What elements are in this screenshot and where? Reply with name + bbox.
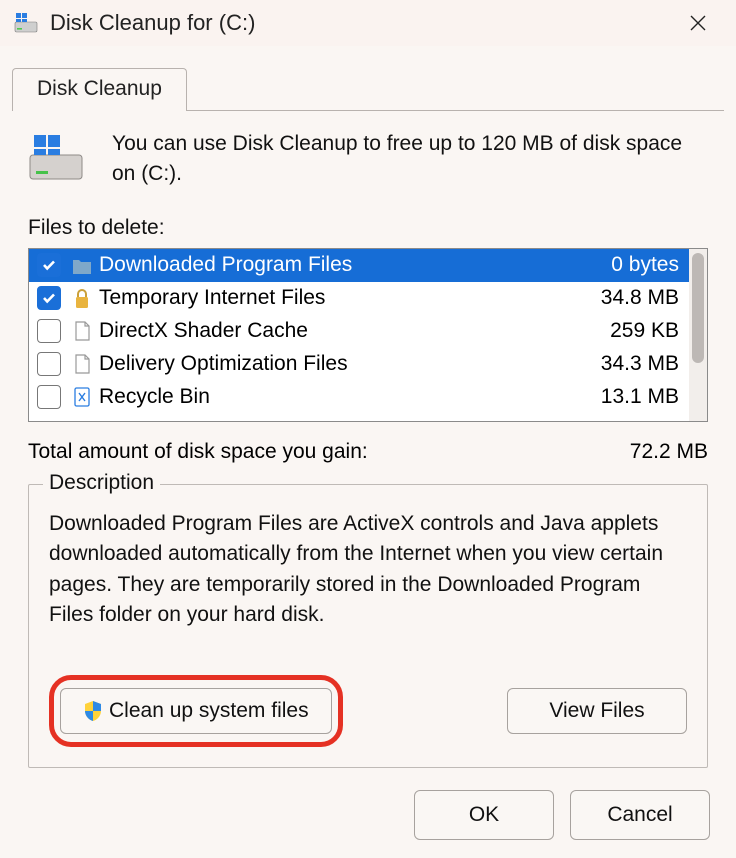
file-icon bbox=[71, 319, 93, 343]
list-item-label: DirectX Shader Cache bbox=[99, 319, 610, 343]
close-button[interactable] bbox=[674, 0, 722, 46]
description-group: Description Downloaded Program Files are… bbox=[28, 484, 708, 768]
list-item-label: Temporary Internet Files bbox=[99, 286, 601, 310]
scrollbar-thumb[interactable] bbox=[692, 253, 704, 363]
list-item[interactable]: Downloaded Program Files 0 bytes bbox=[29, 249, 689, 282]
clean-up-system-files-button[interactable]: Clean up system files bbox=[60, 688, 332, 734]
description-text: Downloaded Program Files are ActiveX con… bbox=[49, 509, 687, 649]
list-item-size: 13.1 MB bbox=[601, 385, 679, 409]
lock-icon bbox=[71, 286, 93, 310]
total-value: 72.2 MB bbox=[630, 440, 708, 464]
files-to-delete-label: Files to delete: bbox=[28, 216, 708, 240]
list-item[interactable]: Recycle Bin 13.1 MB bbox=[29, 381, 689, 414]
list-item-label: Delivery Optimization Files bbox=[99, 352, 601, 376]
description-legend: Description bbox=[43, 471, 160, 495]
intro-text: You can use Disk Cleanup to free up to 1… bbox=[112, 129, 708, 190]
checkbox[interactable] bbox=[37, 385, 61, 409]
tab-disk-cleanup[interactable]: Disk Cleanup bbox=[12, 68, 187, 111]
total-label: Total amount of disk space you gain: bbox=[28, 440, 630, 464]
list-item-label: Recycle Bin bbox=[99, 385, 601, 409]
list-item[interactable]: Temporary Internet Files 34.8 MB bbox=[29, 282, 689, 315]
annotation-highlight: Clean up system files bbox=[49, 675, 343, 747]
checkbox[interactable] bbox=[37, 286, 61, 310]
list-item[interactable]: DirectX Shader Cache 259 KB bbox=[29, 315, 689, 348]
list-item-size: 34.8 MB bbox=[601, 286, 679, 310]
shield-icon bbox=[83, 700, 103, 722]
file-icon bbox=[71, 352, 93, 376]
window-title: Disk Cleanup for (C:) bbox=[50, 10, 674, 36]
folder-icon bbox=[71, 253, 93, 277]
titlebar: Disk Cleanup for (C:) bbox=[0, 0, 736, 46]
button-label: Cancel bbox=[607, 803, 672, 827]
list-item-size: 0 bytes bbox=[611, 253, 679, 277]
button-label: OK bbox=[469, 803, 499, 827]
disk-cleanup-app-icon bbox=[14, 11, 38, 35]
ok-button[interactable]: OK bbox=[414, 790, 554, 840]
scrollbar[interactable] bbox=[689, 249, 707, 421]
view-files-button[interactable]: View Files bbox=[507, 688, 687, 734]
list-item-size: 34.3 MB bbox=[601, 352, 679, 376]
checkbox[interactable] bbox=[37, 319, 61, 343]
dialog-footer: OK Cancel bbox=[0, 768, 736, 840]
total-row: Total amount of disk space you gain: 72.… bbox=[28, 440, 708, 464]
list-item-label: Downloaded Program Files bbox=[99, 253, 611, 277]
tab-strip: Disk Cleanup bbox=[0, 68, 736, 111]
list-item[interactable]: Delivery Optimization Files 34.3 MB bbox=[29, 348, 689, 381]
cancel-button[interactable]: Cancel bbox=[570, 790, 710, 840]
intro-row: You can use Disk Cleanup to free up to 1… bbox=[28, 129, 708, 190]
drive-icon bbox=[28, 133, 84, 183]
list-item-size: 259 KB bbox=[610, 319, 679, 343]
file-category-list[interactable]: Downloaded Program Files 0 bytes Tempora… bbox=[28, 248, 708, 422]
checkbox[interactable] bbox=[37, 253, 61, 277]
button-label: View Files bbox=[549, 699, 644, 723]
checkbox[interactable] bbox=[37, 352, 61, 376]
button-label: Clean up system files bbox=[109, 699, 309, 723]
recycle-icon bbox=[71, 385, 93, 409]
